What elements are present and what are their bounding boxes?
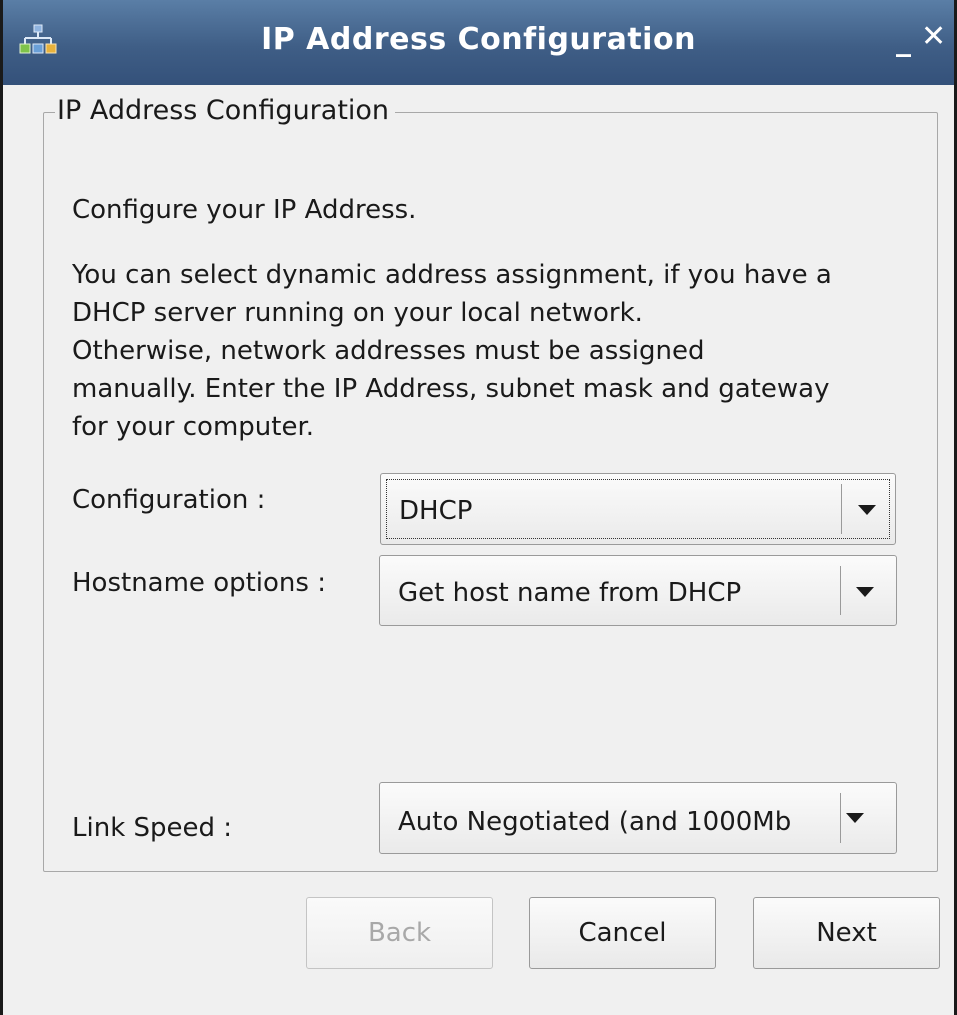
chevron-down-icon[interactable]	[846, 813, 864, 823]
back-button[interactable]: Back	[306, 897, 493, 969]
group-legend: IP Address Configuration	[55, 95, 396, 126]
hostname-options-dropdown[interactable]: Get host name from DHCP	[379, 555, 897, 626]
dropdown-separator	[840, 566, 841, 615]
hostname-options-label: Hostname options :	[72, 568, 326, 598]
dropdown-separator	[840, 793, 841, 843]
chevron-down-icon[interactable]	[856, 587, 874, 597]
description-text: You can select dynamic address assignmen…	[72, 256, 947, 446]
configuration-value: DHCP	[399, 496, 473, 526]
window-title: IP Address Configuration	[261, 22, 696, 57]
next-button[interactable]: Next	[753, 897, 940, 969]
chevron-down-icon[interactable]	[858, 505, 876, 515]
cancel-button[interactable]: Cancel	[529, 897, 716, 969]
title-bar[interactable]: IP Address Configuration _ ✕	[3, 0, 954, 85]
description-line: DHCP server running on your local networ…	[72, 298, 643, 328]
configuration-label: Configuration :	[72, 485, 266, 515]
description-line: You can select dynamic address assignmen…	[72, 260, 832, 290]
hostname-options-value: Get host name from DHCP	[398, 578, 742, 608]
link-speed-value: Auto Negotiated (and 1000Mb	[398, 807, 792, 837]
configuration-dropdown[interactable]: DHCP	[380, 473, 896, 545]
close-button[interactable]: ✕	[921, 20, 946, 54]
dropdown-separator	[841, 484, 842, 534]
description-line: for your computer.	[72, 412, 315, 442]
description-line: Otherwise, network addresses must be ass…	[72, 336, 705, 366]
intro-text: Configure your IP Address.	[72, 195, 417, 225]
link-speed-label: Link Speed :	[72, 813, 233, 843]
dialog-window: IP Address Configuration _ ✕ IP Address …	[0, 0, 957, 1015]
minimize-button[interactable]: _	[896, 24, 911, 58]
link-speed-dropdown[interactable]: Auto Negotiated (and 1000Mb	[379, 782, 897, 854]
description-line: manually. Enter the IP Address, subnet m…	[72, 374, 830, 404]
